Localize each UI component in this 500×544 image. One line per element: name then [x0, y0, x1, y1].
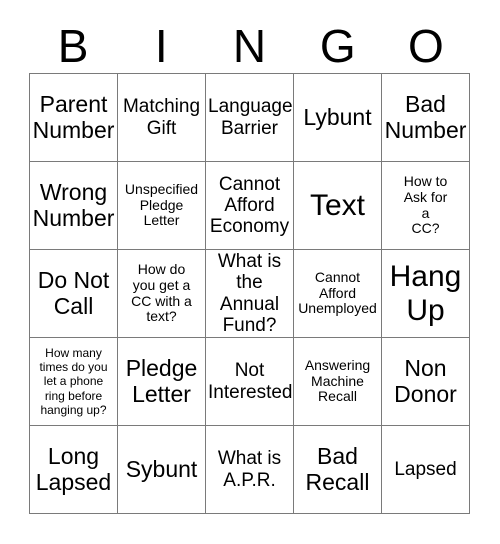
bingo-cell-label: Wrong Number: [32, 178, 115, 231]
bingo-cell[interactable]: How many times do you let a phone ring b…: [30, 338, 118, 426]
bingo-cell[interactable]: Parent Number: [30, 74, 118, 162]
header-letter-n: N: [232, 19, 267, 72]
bingo-cell[interactable]: Cannot Afford Economy: [206, 162, 294, 250]
bingo-cell-label: What is the Annual Fund?: [217, 250, 282, 336]
bingo-grid: Parent Number Matching Gift Language Barri…: [29, 73, 470, 514]
bingo-cell[interactable]: What is A.P.R.: [206, 426, 294, 514]
bingo-cell-label: Lybunt: [303, 103, 372, 130]
bingo-cell-label: Hang Up: [389, 259, 462, 327]
bingo-cell-label: Cannot Afford Economy: [209, 173, 290, 238]
bingo-cell[interactable]: Not Interested: [206, 338, 294, 426]
bingo-cell-label: Pledge Letter: [125, 354, 198, 407]
bingo-cell-label: Language Barrier: [208, 96, 293, 139]
bingo-cell[interactable]: Hang Up: [382, 250, 470, 338]
bingo-cell-label: Unspecified Pledge Letter: [124, 180, 199, 229]
bingo-cell[interactable]: Long Lapsed: [30, 426, 118, 514]
bingo-cell[interactable]: How to Ask for a CC?: [382, 162, 470, 250]
bingo-cell-label: Parent Number: [32, 90, 115, 143]
bingo-cell[interactable]: Sybunt: [118, 426, 206, 514]
bingo-cell[interactable]: Lapsed: [382, 426, 470, 514]
bingo-cell[interactable]: How do you get a CC with a text?: [118, 250, 206, 338]
bingo-cell-label: Bad Recall: [305, 442, 370, 495]
bingo-card: B I N G O Parent Number Matching Gift Lang…: [0, 0, 500, 544]
header-letter-g: G: [319, 19, 356, 72]
bingo-cell-label: Sybunt: [125, 455, 198, 482]
bingo-cell[interactable]: Wrong Number: [30, 162, 118, 250]
bingo-cell-label: Not Interested: [208, 360, 293, 403]
header-letter-b: B: [57, 19, 89, 72]
bingo-cell[interactable]: Non Donor: [382, 338, 470, 426]
bingo-cell-label: Matching Gift: [122, 96, 201, 139]
bingo-cell-label: Cannot Afford Unemployed: [298, 268, 377, 317]
bingo-cell-label: How to Ask for a CC?: [403, 173, 448, 237]
bingo-cell-label: Long Lapsed: [35, 442, 112, 495]
bingo-cell-label: How do you get a CC with a text?: [131, 261, 192, 325]
bingo-cell[interactable]: Cannot Afford Unemployed: [294, 250, 382, 338]
header-letter-o: O: [408, 19, 444, 72]
bingo-cell[interactable]: Do Not Call: [30, 250, 118, 338]
header-letter-i: I: [154, 19, 168, 72]
bingo-cell[interactable]: Matching Gift: [118, 74, 206, 162]
bingo-cell[interactable]: Unspecified Pledge Letter: [118, 162, 206, 250]
bingo-cell[interactable]: Bad Recall: [294, 426, 382, 514]
bingo-cell[interactable]: Text: [294, 162, 382, 250]
bingo-cell-label: Do Not Call: [37, 266, 110, 319]
bingo-cell-label: Non Donor: [394, 354, 457, 407]
bingo-cell[interactable]: Language Barrier: [206, 74, 294, 162]
bingo-header: B I N G O: [29, 18, 470, 73]
bingo-cell-label: Text: [309, 188, 366, 222]
bingo-cell[interactable]: Bad Number: [382, 74, 470, 162]
bingo-cell-label: What is A.P.R.: [217, 448, 282, 491]
bingo-cell-label: Lapsed: [394, 458, 457, 480]
bingo-cell-label: Answering Machine Recall: [304, 356, 371, 405]
bingo-cell[interactable]: Lybunt: [294, 74, 382, 162]
bingo-cell[interactable]: Pledge Letter: [118, 338, 206, 426]
bingo-cell-label: How many times do you let a phone ring b…: [39, 345, 108, 418]
bingo-cell-label: Bad Number: [384, 90, 467, 143]
bingo-cell[interactable]: What is the Annual Fund?: [206, 250, 294, 338]
bingo-cell[interactable]: Answering Machine Recall: [294, 338, 382, 426]
